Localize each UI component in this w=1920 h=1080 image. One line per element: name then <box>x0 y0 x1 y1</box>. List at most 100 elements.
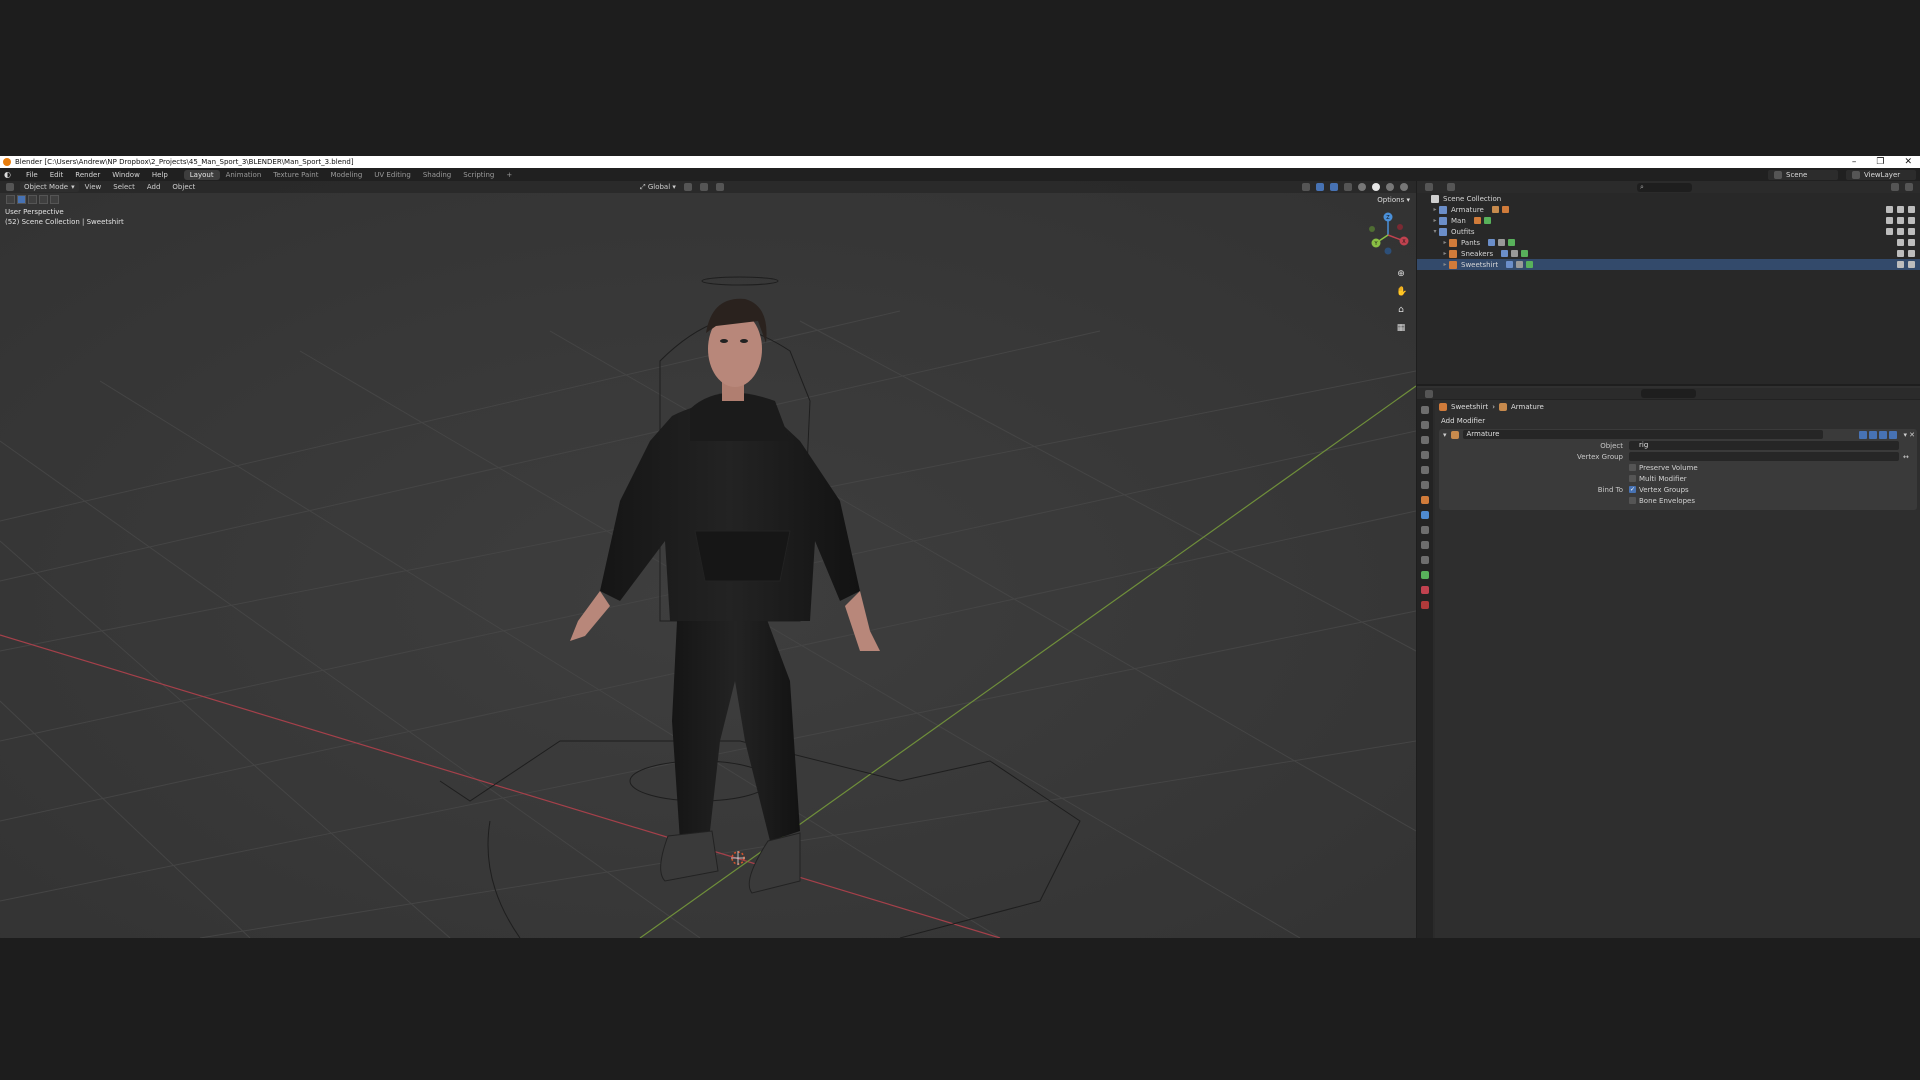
3d-viewport[interactable]: Object Mode ▾ View Select Add Object ⤢ G… <box>0 181 1416 938</box>
display-mode-icon[interactable] <box>1447 183 1455 191</box>
options-button[interactable]: Options ▾ <box>1377 196 1410 204</box>
view-layer-tab-icon[interactable] <box>1421 451 1429 459</box>
preserve-volume-checkbox[interactable]: Preserve Volume <box>1629 464 1698 472</box>
outliner-item-sneakers[interactable]: ▸ Sneakers <box>1417 248 1920 259</box>
outliner[interactable]: ⌕ Scene Collection ▸ Armature ▸ Man ▾ Ou… <box>1417 181 1920 386</box>
outliner-item-sweetshirt[interactable]: ▸ Sweetshirt <box>1417 259 1920 270</box>
camera-render-icon[interactable] <box>1908 239 1915 246</box>
tab-texture-paint[interactable]: Texture Paint <box>267 170 324 180</box>
pan-hand-icon[interactable]: ✋ <box>1396 287 1407 297</box>
new-collection-icon[interactable] <box>1905 183 1913 191</box>
overlay-toggle-icon[interactable] <box>1330 183 1338 191</box>
texture-tab-icon[interactable] <box>1421 601 1429 609</box>
pivot-icon[interactable] <box>683 183 692 191</box>
remove-modifier-close-icon[interactable]: ✕ <box>1909 431 1915 439</box>
render-tab-icon[interactable] <box>1421 421 1429 429</box>
outliner-editor-icon[interactable] <box>1425 183 1433 191</box>
select-box-icon[interactable] <box>17 195 26 204</box>
zoom-icon[interactable]: ⊕ <box>1396 269 1406 279</box>
restore-button[interactable]: ❐ <box>1876 156 1884 168</box>
viewport-menu-view[interactable]: View <box>79 183 108 191</box>
edit-mode-icon[interactable] <box>1869 430 1877 439</box>
properties-editor-icon[interactable] <box>1425 390 1433 398</box>
outliner-item-man[interactable]: ▸ Man <box>1417 215 1920 226</box>
outliner-search-input[interactable]: ⌕ <box>1637 182 1692 192</box>
tab-layout[interactable]: Layout <box>183 169 220 180</box>
add-workspace-button[interactable]: + <box>500 170 518 180</box>
solid-shading-icon[interactable] <box>1372 183 1380 191</box>
collapse-arrow-icon[interactable]: ▾ <box>1443 431 1447 439</box>
snap-icon[interactable] <box>699 183 708 191</box>
tool-select-icon[interactable] <box>6 195 15 204</box>
exclude-checkbox[interactable] <box>1886 206 1893 213</box>
select-subtract-icon[interactable] <box>39 195 48 204</box>
camera-render-icon[interactable] <box>1908 261 1915 268</box>
close-button[interactable]: ✕ <box>1904 156 1912 168</box>
eye-icon[interactable] <box>1897 228 1904 235</box>
material-shading-icon[interactable] <box>1386 183 1394 191</box>
viewport-menu-add[interactable]: Add <box>141 183 167 191</box>
ortho-grid-icon[interactable]: ▦ <box>1396 323 1406 333</box>
view-layer-selector[interactable]: ViewLayer <box>1846 169 1916 180</box>
menu-render[interactable]: Render <box>69 171 106 179</box>
expand-arrow-icon[interactable]: ▸ <box>1431 206 1439 213</box>
outliner-item-outfits[interactable]: ▾ Outfits <box>1417 226 1920 237</box>
wireframe-shading-icon[interactable] <box>1358 183 1366 191</box>
proportional-editing-icon[interactable] <box>715 183 724 191</box>
vertex-group-field[interactable] <box>1629 452 1899 461</box>
editor-type-icon[interactable] <box>6 183 14 191</box>
object-tab-icon[interactable] <box>1421 496 1429 504</box>
data-tab-icon[interactable] <box>1421 571 1429 579</box>
render-display-icon[interactable] <box>1889 430 1897 439</box>
scene-tab-icon[interactable] <box>1421 466 1429 474</box>
outliner-item-armature[interactable]: ▸ Armature <box>1417 204 1920 215</box>
viewport-menu-select[interactable]: Select <box>107 183 141 191</box>
menu-file[interactable]: File <box>20 171 44 179</box>
eye-icon[interactable] <box>1897 261 1904 268</box>
tool-tab-icon[interactable] <box>1421 406 1429 414</box>
camera-render-icon[interactable] <box>1908 228 1915 235</box>
modifier-tab-wrench-icon[interactable] <box>1421 511 1429 519</box>
expand-arrow-icon[interactable]: ▸ <box>1441 250 1449 257</box>
viewport-menu-object[interactable]: Object <box>166 183 201 191</box>
eye-icon[interactable] <box>1897 250 1904 257</box>
visibility-icon[interactable] <box>1302 183 1310 191</box>
camera-render-icon[interactable] <box>1908 217 1915 224</box>
eye-icon[interactable] <box>1897 239 1904 246</box>
mode-dropdown[interactable]: Object Mode ▾ <box>20 182 79 192</box>
minimize-button[interactable]: – <box>1852 156 1857 168</box>
blender-menu-icon[interactable]: ◐ <box>4 170 14 179</box>
navigation-gizmo[interactable]: Z X Y <box>1368 211 1410 257</box>
eye-icon[interactable] <box>1897 217 1904 224</box>
rendered-shading-icon[interactable] <box>1400 183 1408 191</box>
modifier-name-field[interactable]: Armature <box>1462 430 1823 439</box>
material-tab-icon[interactable] <box>1421 586 1429 594</box>
add-modifier-button[interactable]: Add Modifier <box>1435 414 1920 427</box>
camera-render-icon[interactable] <box>1908 206 1915 213</box>
gizmo-toggle-icon[interactable] <box>1316 183 1324 191</box>
camera-view-icon[interactable]: ⌂ <box>1396 305 1406 315</box>
camera-render-icon[interactable] <box>1908 250 1915 257</box>
tab-animation[interactable]: Animation <box>220 170 268 180</box>
outliner-root[interactable]: Scene Collection <box>1417 193 1920 204</box>
world-tab-icon[interactable] <box>1421 481 1429 489</box>
xray-icon[interactable] <box>1344 183 1352 191</box>
physics-tab-icon[interactable] <box>1421 541 1429 549</box>
modifier-menu-chevron-icon[interactable]: ▾ <box>1903 431 1907 439</box>
bone-envelopes-checkbox[interactable]: Bone Envelopes <box>1629 497 1695 505</box>
menu-edit[interactable]: Edit <box>44 171 70 179</box>
tab-modeling[interactable]: Modeling <box>324 170 368 180</box>
particles-tab-icon[interactable] <box>1421 526 1429 534</box>
on-cage-icon[interactable] <box>1859 430 1867 439</box>
select-intersect-icon[interactable] <box>50 195 59 204</box>
menu-window[interactable]: Window <box>106 171 146 179</box>
expand-arrow-icon[interactable]: ▸ <box>1441 261 1449 268</box>
exclude-checkbox[interactable] <box>1886 217 1893 224</box>
tab-uv-editing[interactable]: UV Editing <box>368 170 417 180</box>
expand-arrow-icon[interactable]: ▸ <box>1441 239 1449 246</box>
vertex-groups-checkbox[interactable]: ✓ Vertex Groups <box>1629 486 1689 494</box>
expand-arrow-icon[interactable]: ▸ <box>1431 217 1439 224</box>
object-field[interactable]: rig <box>1629 441 1899 450</box>
menu-help[interactable]: Help <box>146 171 174 179</box>
scene-selector[interactable]: Scene <box>1768 169 1838 180</box>
